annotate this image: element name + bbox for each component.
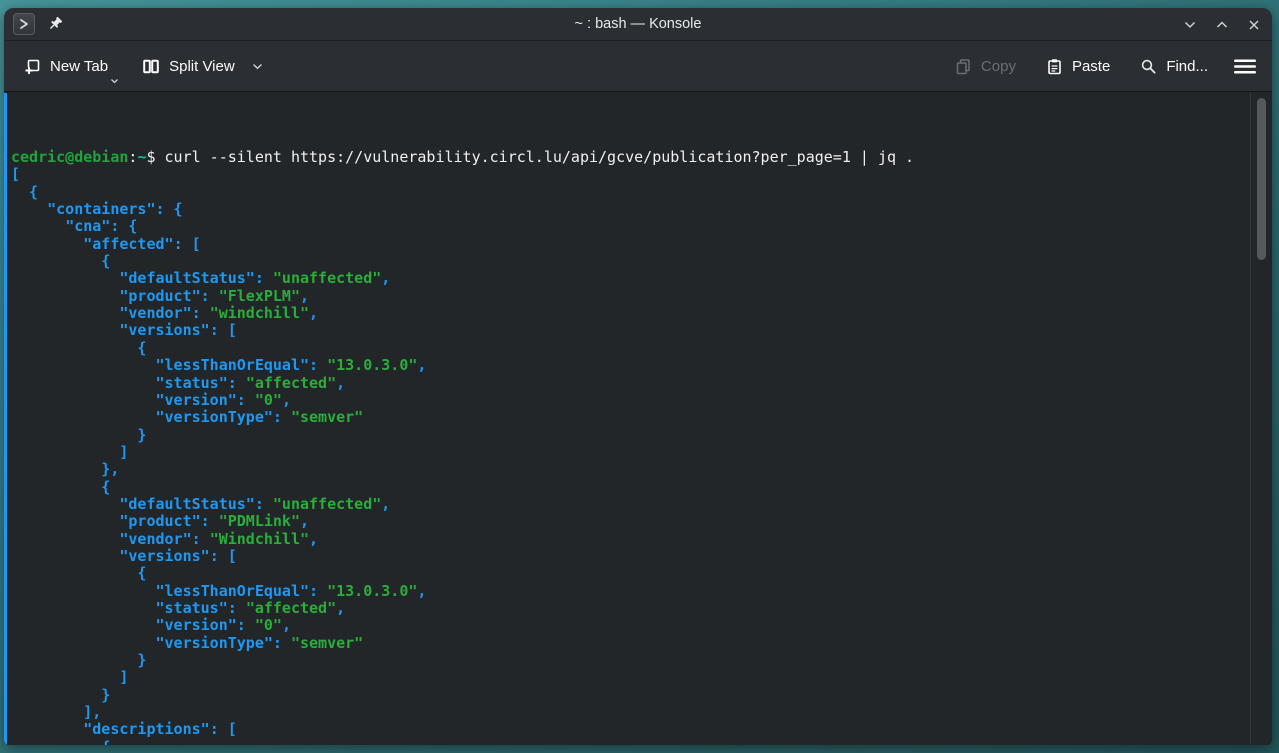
terminal-line: } — [11, 652, 1272, 669]
terminal-line: } — [11, 427, 1272, 444]
terminal-line: "vendor": "Windchill", — [11, 531, 1272, 548]
new-tab-icon — [24, 58, 41, 75]
terminal-line: "cna": { — [11, 218, 1272, 235]
terminal-line: { — [11, 184, 1272, 201]
terminal-line: "versionType": "semver" — [11, 635, 1272, 652]
terminal-line: "product": "PDMLink", — [11, 513, 1272, 530]
paste-button[interactable]: Paste — [1038, 50, 1118, 83]
terminal-line: "containers": { — [11, 201, 1272, 218]
new-tab-label: New Tab — [50, 58, 108, 75]
terminal-line: { — [11, 479, 1272, 496]
terminal-line: "status": "affected", — [11, 375, 1272, 392]
focus-indicator — [4, 93, 7, 745]
terminal-line: "version": "0", — [11, 392, 1272, 409]
scrollbar-thumb[interactable] — [1257, 98, 1266, 260]
terminal-line: "versions": [ — [11, 548, 1272, 565]
terminal-line: [ — [11, 166, 1272, 183]
hamburger-menu-icon — [1234, 59, 1256, 74]
paste-icon — [1046, 58, 1063, 75]
terminal-line: } — [11, 687, 1272, 704]
terminal-line: "vendor": "windchill", — [11, 305, 1272, 322]
terminal-line: "lessThanOrEqual": "13.0.3.0", — [11, 583, 1272, 600]
scrollbar[interactable] — [1250, 93, 1272, 745]
copy-icon — [955, 58, 972, 75]
terminal-line: cedric@debian:~$ curl --silent https://v… — [11, 149, 1272, 166]
terminal-line: ] — [11, 669, 1272, 686]
split-view-button[interactable]: Split View — [134, 50, 271, 83]
terminal-line: "descriptions": [ — [11, 721, 1272, 738]
find-button[interactable]: Find... — [1132, 50, 1216, 83]
terminal-line: "defaultStatus": "unaffected", — [11, 496, 1272, 513]
chevron-down-icon — [1182, 17, 1198, 33]
split-view-icon — [142, 58, 160, 75]
terminal-line: "versions": [ — [11, 322, 1272, 339]
minimize-button[interactable] — [1181, 16, 1198, 33]
konsole-window: ~ : bash — Konsole — [4, 8, 1272, 745]
terminal-line: "lessThanOrEqual": "13.0.3.0", — [11, 357, 1272, 374]
close-button[interactable] — [1245, 16, 1262, 33]
copy-button[interactable]: Copy — [947, 50, 1024, 83]
terminal-output[interactable]: cedric@debian:~$ curl --silent https://v… — [4, 93, 1272, 745]
chevron-up-icon — [1214, 17, 1230, 33]
close-icon — [1246, 17, 1262, 33]
terminal-line: { — [11, 253, 1272, 270]
terminal-line: ] — [11, 444, 1272, 461]
terminal-line: }, — [11, 461, 1272, 478]
terminal-line: "status": "affected", — [11, 600, 1272, 617]
menu-caret-icon — [110, 78, 119, 84]
maximize-button[interactable] — [1213, 16, 1230, 33]
terminal-line: "affected": [ — [11, 236, 1272, 253]
terminal-line: { — [11, 340, 1272, 357]
find-label: Find... — [1166, 58, 1208, 75]
search-icon — [1140, 58, 1157, 75]
titlebar[interactable]: ~ : bash — Konsole — [4, 8, 1272, 41]
terminal-line: "defaultStatus": "unaffected", — [11, 270, 1272, 287]
terminal-line: "versionType": "semver" — [11, 409, 1272, 426]
terminal-line: ], — [11, 704, 1272, 721]
terminal-line: { — [11, 739, 1272, 745]
terminal-line: "version": "0", — [11, 617, 1272, 634]
copy-label: Copy — [981, 58, 1016, 75]
window-title: ~ : bash — Konsole — [4, 16, 1272, 32]
paste-label: Paste — [1072, 58, 1110, 75]
terminal-line: "product": "FlexPLM", — [11, 288, 1272, 305]
hamburger-menu-button[interactable] — [1230, 51, 1260, 82]
terminal-line: { — [11, 565, 1272, 582]
toolbar: New Tab Split View — [4, 41, 1272, 92]
chevron-down-icon — [252, 63, 263, 70]
new-tab-button[interactable]: New Tab — [16, 50, 116, 83]
split-view-label: Split View — [169, 58, 235, 75]
